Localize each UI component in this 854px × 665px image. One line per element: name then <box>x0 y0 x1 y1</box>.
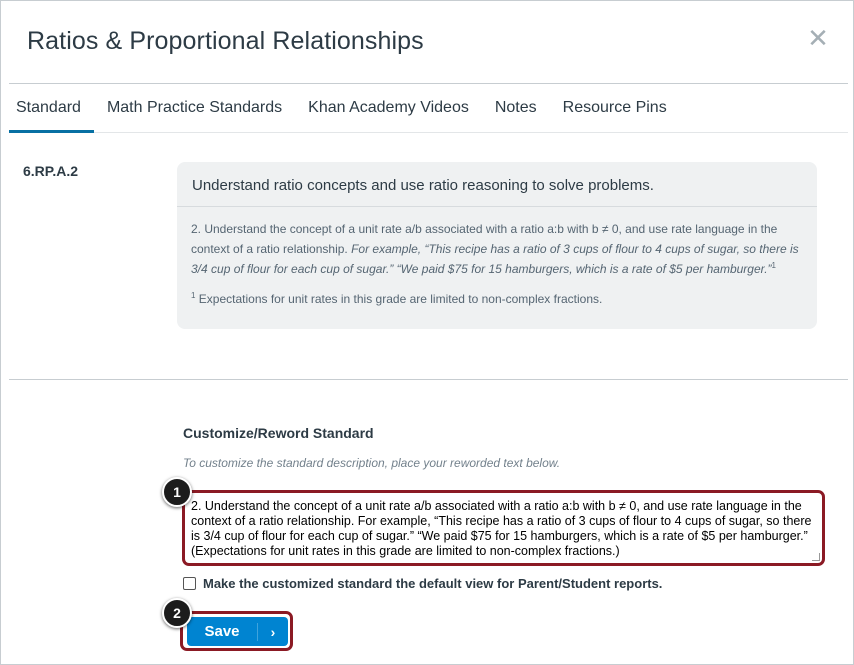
customize-textarea[interactable] <box>185 493 822 563</box>
default-view-option: Make the customized standard the default… <box>183 576 662 591</box>
customize-hint: To customize the standard description, p… <box>183 456 561 470</box>
tab-resource-pins[interactable]: Resource Pins <box>550 91 680 133</box>
save-button[interactable]: Save › <box>187 617 288 646</box>
customize-textarea-highlight <box>182 490 825 566</box>
chevron-right-icon[interactable]: › <box>258 624 288 640</box>
tab-khan-academy-videos[interactable]: Khan Academy Videos <box>295 91 482 133</box>
standard-heading: Understand ratio concepts and use ratio … <box>192 177 654 194</box>
resize-handle-icon[interactable] <box>812 553 820 561</box>
standard-footnote: 1 Expectations for unit rates in this gr… <box>191 291 603 307</box>
tab-standard[interactable]: Standard <box>9 91 94 133</box>
standard-code: 6.RP.A.2 <box>23 163 78 179</box>
callout-marker-1: 1 <box>162 477 192 507</box>
standard-card: Understand ratio concepts and use ratio … <box>177 162 817 329</box>
footnote-text: Expectations for unit rates in this grad… <box>198 292 603 306</box>
section-divider <box>9 379 848 380</box>
default-view-checkbox[interactable] <box>183 577 196 590</box>
default-view-checkbox-label[interactable]: Make the customized standard the default… <box>203 576 662 591</box>
tab-math-practice-standards[interactable]: Math Practice Standards <box>94 91 295 133</box>
footnote-number: 1 <box>191 291 196 300</box>
save-button-label: Save <box>204 623 240 640</box>
callout-marker-2: 2 <box>162 598 192 628</box>
close-icon[interactable]: ✕ <box>805 23 831 53</box>
standard-description: 2. Understand the concept of a unit rate… <box>191 219 803 279</box>
header-divider <box>9 83 848 84</box>
footnote-marker: 1 <box>771 261 776 270</box>
tab-bar: Standard Math Practice Standards Khan Ac… <box>9 91 680 133</box>
modal-title: Ratios & Proportional Relationships <box>27 27 424 55</box>
tab-notes[interactable]: Notes <box>482 91 550 133</box>
standard-card-divider <box>177 206 817 207</box>
modal-dialog: Ratios & Proportional Relationships ✕ St… <box>0 0 854 665</box>
customize-title: Customize/Reword Standard <box>183 425 374 441</box>
